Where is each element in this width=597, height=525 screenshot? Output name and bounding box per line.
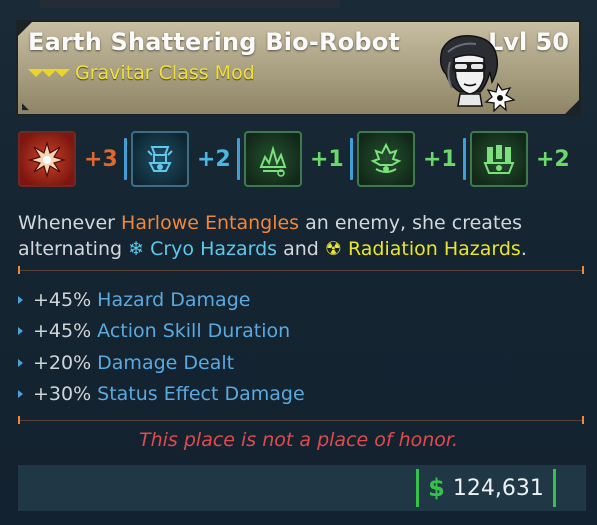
radiation-icon: ☢ bbox=[324, 238, 342, 260]
desc-text: Whenever bbox=[18, 212, 122, 234]
stat-name: Damage Dealt bbox=[97, 351, 235, 374]
harlowe-entangles-keyword: Harlowe Entangles bbox=[121, 212, 300, 234]
desc-text: an enemy, she creates bbox=[299, 212, 522, 234]
skill-bonus-value: +2 bbox=[536, 146, 570, 172]
tree-skill-icon bbox=[357, 131, 415, 187]
price-box: $ 124,631 bbox=[416, 469, 556, 507]
stat-row: +20% Damage Dealt bbox=[18, 347, 578, 379]
explosion-skill-icon bbox=[18, 131, 76, 187]
stat-row: +45% Hazard Damage bbox=[18, 284, 578, 316]
skill-bonus-5[interactable]: +2 bbox=[470, 128, 583, 190]
desc-text: and bbox=[277, 238, 325, 260]
skill-bonus-value: +3 bbox=[84, 146, 118, 172]
skill-bonus-value: +2 bbox=[197, 146, 231, 172]
stat-name: Action Skill Duration bbox=[97, 320, 291, 343]
stat-value: +45% bbox=[33, 320, 92, 343]
item-subtitle: Gravitar Class Mod bbox=[75, 62, 255, 84]
desc-text: . bbox=[520, 238, 527, 260]
section-separator bbox=[18, 266, 584, 276]
skill-bonus-2[interactable]: +2 bbox=[131, 128, 244, 190]
price-bar: $ 124,631 bbox=[18, 465, 586, 511]
stat-name: Status Effect Damage bbox=[97, 383, 305, 406]
cryo-hazards-keyword: Cryo Hazards bbox=[150, 238, 278, 260]
cryo-icon: ❄ bbox=[128, 238, 145, 260]
rarity-chevrons-icon bbox=[28, 69, 70, 77]
item-title: Earth Shattering Bio-Robot bbox=[28, 28, 401, 56]
stat-row: +30% Status Effect Damage bbox=[18, 379, 578, 411]
skill-divider bbox=[237, 138, 240, 180]
item-subtitle-row: Gravitar Class Mod bbox=[28, 62, 255, 84]
splash-skill-icon bbox=[244, 131, 302, 187]
skill-bonus-4[interactable]: +1 bbox=[357, 128, 470, 190]
harlowe-portrait-icon bbox=[439, 35, 516, 112]
skill-divider bbox=[350, 138, 353, 180]
item-card: Earth Shattering Bio-Robot Lvl 50 Gravit… bbox=[0, 0, 597, 525]
stat-value: +20% bbox=[33, 351, 92, 374]
flavor-text: This place is not a place of honor. bbox=[138, 429, 459, 451]
section-separator bbox=[18, 416, 584, 426]
item-header: Earth Shattering Bio-Robot Lvl 50 Gravit… bbox=[16, 20, 581, 116]
skill-bonus-value: +1 bbox=[423, 146, 457, 172]
header-corner-mark: ◣ bbox=[22, 102, 29, 112]
price-amount: 124,631 bbox=[452, 475, 544, 501]
skill-bonus-1[interactable]: +3 bbox=[18, 128, 131, 190]
robot-skill-icon bbox=[131, 131, 189, 187]
skill-bonus-3[interactable]: +1 bbox=[244, 128, 357, 190]
radiation-hazards-keyword: Radiation Hazards bbox=[347, 238, 521, 260]
skill-divider bbox=[124, 138, 127, 180]
dollar-icon: $ bbox=[428, 474, 445, 502]
skill-divider bbox=[463, 138, 466, 180]
item-description: Whenever Harlowe Entangles an enemy, she… bbox=[18, 210, 588, 262]
stat-value: +30% bbox=[33, 383, 92, 406]
stat-list: +45% Hazard Damage +45% Action Skill Dur… bbox=[18, 284, 578, 410]
bullet-arrow-icon bbox=[18, 390, 23, 399]
stat-row: +45% Action Skill Duration bbox=[18, 316, 578, 348]
skill-bonus-value: +1 bbox=[310, 146, 344, 172]
desc-text: alternating bbox=[18, 238, 129, 260]
bullet-arrow-icon bbox=[18, 358, 23, 367]
bullet-arrow-icon bbox=[18, 327, 23, 336]
bullet-arrow-icon bbox=[18, 295, 23, 304]
radiation-skill-icon bbox=[470, 131, 528, 187]
stat-value: +45% bbox=[33, 288, 92, 311]
skill-bonus-row: +3 +2 +1 +1 +2 bbox=[18, 128, 583, 190]
previous-card-edge bbox=[40, 0, 340, 8]
stat-name: Hazard Damage bbox=[97, 288, 251, 311]
